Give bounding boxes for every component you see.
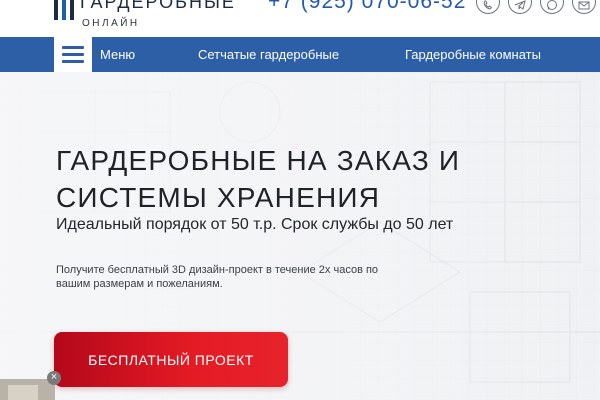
close-icon[interactable]: ×: [47, 371, 61, 385]
hero-title: ГАРДЕРОБНЫЕ НА ЗАКАЗ И СИСТЕМЫ ХРАНЕНИЯ: [56, 145, 461, 213]
main-nav: Меню Сетчатые гардеробные Гардеробные ко…: [0, 37, 600, 72]
nav-item-mesh-wardrobes[interactable]: Сетчатые гардеробные: [198, 37, 339, 72]
hero-subtitle: Идеальный порядок от 50 т.р. Срок службы…: [56, 216, 454, 233]
top-header: ГАРДЕРОБНЫЕ ОНЛАЙН +7 (925) 070-06-52: [0, 0, 600, 37]
social-links: [476, 0, 596, 14]
hero-description: Получите бесплатный 3D дизайн-проект в т…: [56, 264, 379, 290]
nav-menu-label[interactable]: Меню: [100, 37, 135, 72]
logo-subtitle: ОНЛАЙН: [82, 18, 140, 29]
hero-section: ГАРДЕРОБНЫЕ НА ЗАКАЗ И СИСТЕМЫ ХРАНЕНИЯ …: [0, 72, 600, 400]
whatsapp-icon[interactable]: [540, 0, 564, 14]
logo-mark-icon: [54, 0, 76, 20]
free-project-button[interactable]: БЕСПЛАТНЫЙ ПРОЕКТ: [54, 332, 288, 387]
viber-icon[interactable]: [476, 0, 500, 14]
telegram-icon[interactable]: [508, 0, 532, 14]
mail-icon[interactable]: [572, 0, 596, 14]
nav-item-wardrobe-rooms[interactable]: Гардеробные комнаты: [405, 37, 541, 72]
hamburger-menu-icon[interactable]: [54, 37, 92, 72]
phone-number[interactable]: +7 (925) 070-06-52: [268, 0, 466, 14]
logo-title: ГАРДЕРОБНЫЕ: [80, 0, 236, 12]
popup-thumbnail[interactable]: [0, 379, 55, 400]
